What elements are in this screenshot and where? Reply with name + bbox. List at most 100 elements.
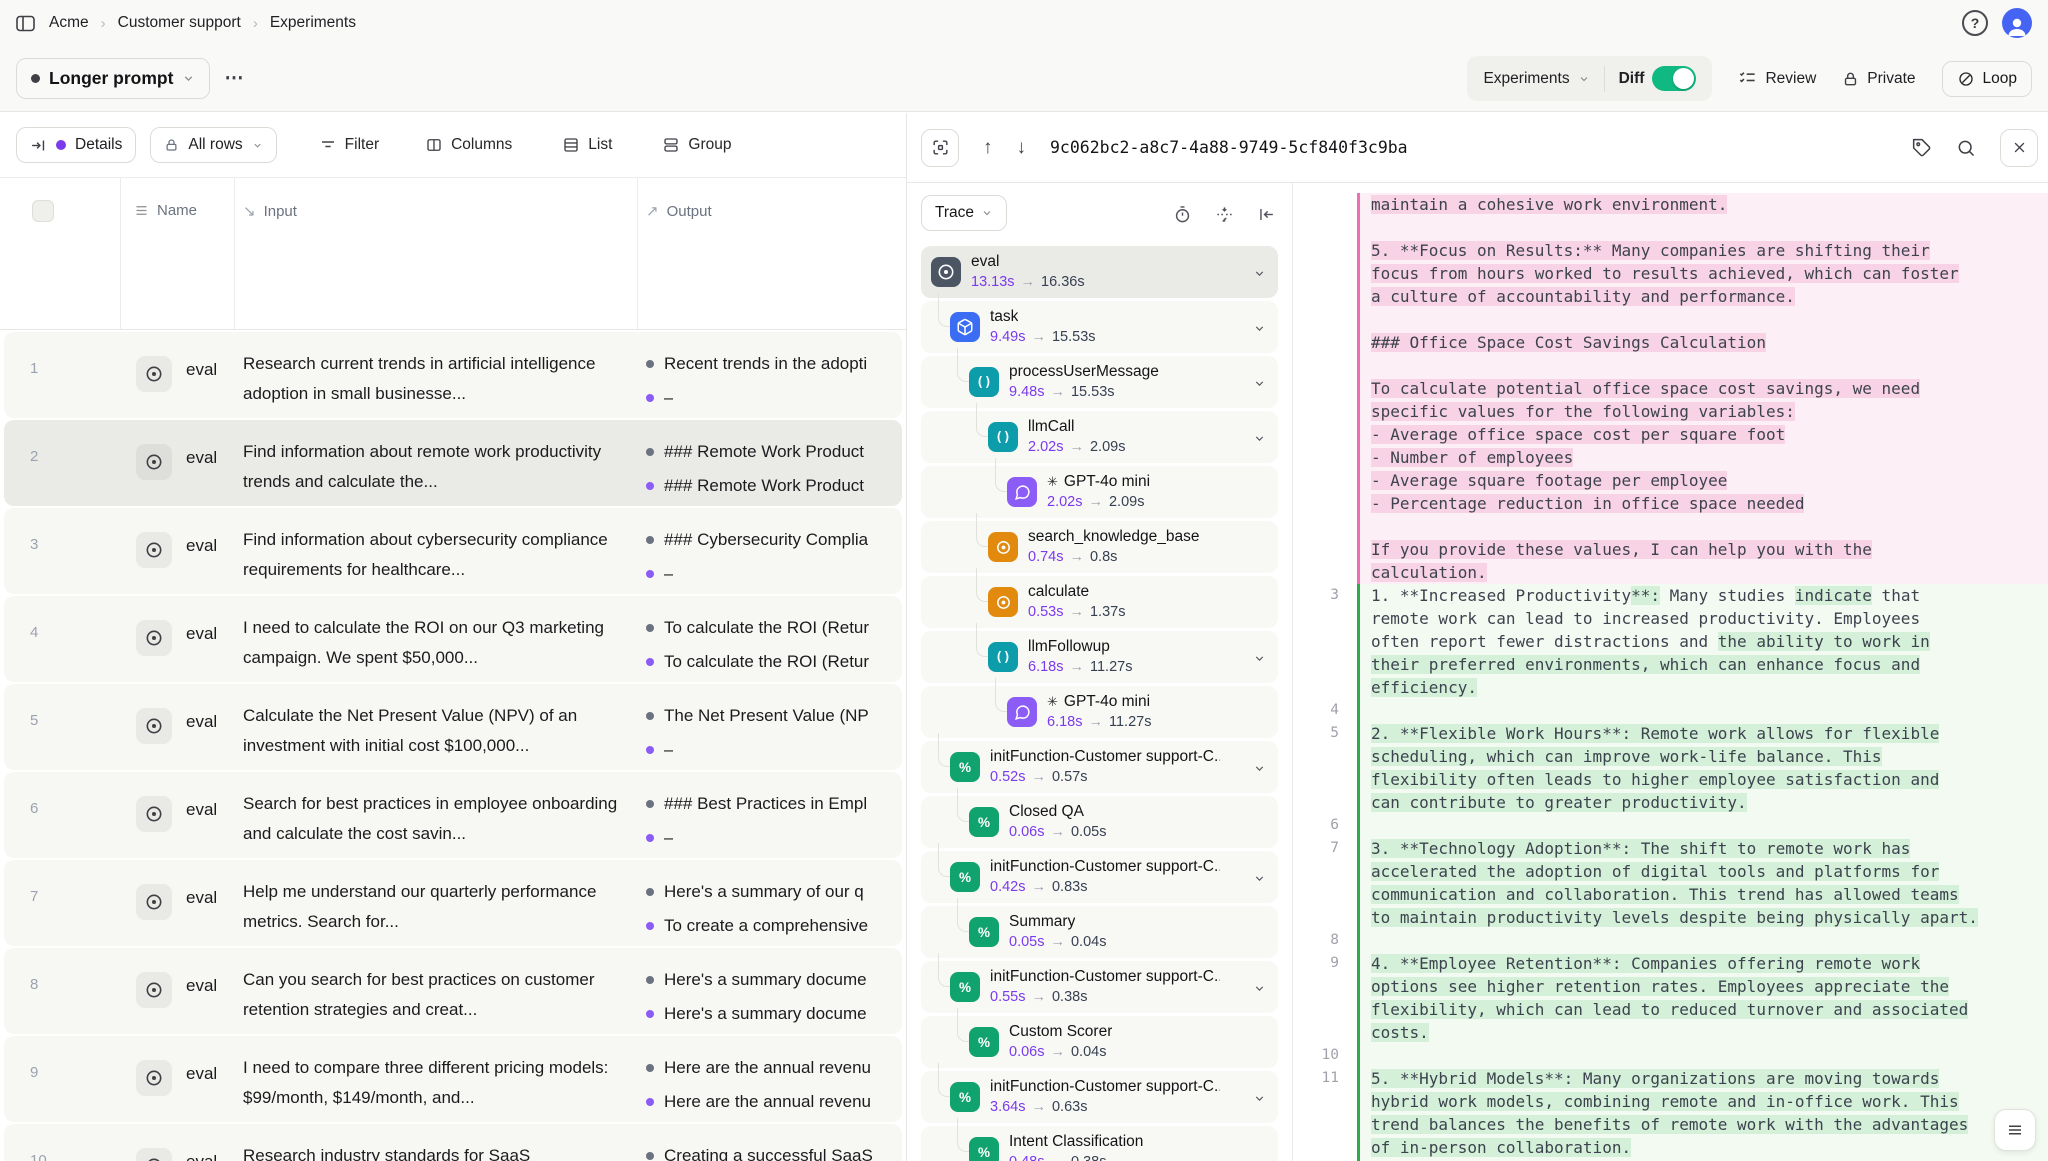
table-row[interactable]: 6evalSearch for best practices in employ…	[4, 772, 902, 858]
trace-view-dropdown[interactable]: Trace	[921, 195, 1007, 231]
table-row[interactable]: 3evalFind information about cybersecurit…	[4, 508, 902, 594]
timer-icon[interactable]	[1173, 205, 1192, 224]
span-row[interactable]: eval13.13s→16.36s	[921, 246, 1278, 298]
chevron-down-icon[interactable]	[1253, 872, 1266, 885]
view-mode-label: Experiments	[1483, 70, 1569, 88]
chevron-down-icon[interactable]	[1253, 1092, 1266, 1105]
span-row[interactable]: %Custom Scorer0.06s→0.04s	[921, 1016, 1278, 1068]
columns-button[interactable]: Columns	[425, 136, 512, 154]
chevron-down-icon[interactable]	[1253, 432, 1266, 445]
review-button[interactable]: Review	[1738, 69, 1816, 88]
output-item: Creating a successful SaaS	[646, 1141, 902, 1161]
span-row[interactable]: ()processUserMessage9.48s→15.53s	[921, 356, 1278, 408]
span-row[interactable]: %Closed QA0.06s→0.05s	[921, 796, 1278, 848]
output-item: The Net Present Value (NP	[646, 701, 902, 731]
column-header-output[interactable]: ↗ Output	[646, 202, 712, 220]
avatar[interactable]	[2002, 8, 2032, 38]
diff-toggle[interactable]	[1652, 66, 1696, 91]
search-icon[interactable]	[1956, 138, 1976, 158]
chevron-down-icon[interactable]	[1253, 267, 1266, 280]
collapse-left-icon[interactable]	[1257, 205, 1276, 224]
filter-icon	[319, 136, 337, 154]
breadcrumb-org[interactable]: Acme	[49, 14, 89, 32]
row-output: Creating a successful SaaS	[646, 1141, 902, 1161]
table-row[interactable]: 7evalHelp me understand our quarterly pe…	[4, 860, 902, 946]
table-row[interactable]: 8evalCan you search for best practices o…	[4, 948, 902, 1034]
output-dot-icon	[646, 360, 654, 368]
table-row[interactable]: 5evalCalculate the Net Present Value (NP…	[4, 684, 902, 770]
span-tree-pane: Trace eval13.13s→16.3	[907, 183, 1293, 1161]
output-item: ### Remote Work Product	[646, 471, 902, 501]
trace-header: ↑ ↓ 9c062bc2-a8c7-4a88-9749-5cf840f3c9ba	[907, 113, 2048, 183]
chevron-down-icon[interactable]	[1253, 377, 1266, 390]
align-center-icon[interactable]	[1215, 205, 1234, 224]
sidebar-toggle-icon[interactable]	[16, 15, 35, 32]
row-name: eval	[186, 888, 217, 908]
diff-removed-line: - Percentage reduction in office space n…	[1371, 492, 2048, 515]
column-header-name[interactable]: Name	[134, 202, 197, 219]
span-row[interactable]: ✳GPT-4o mini2.02s→2.09s	[921, 466, 1278, 518]
span-row[interactable]: %Summary0.05s→0.04s	[921, 906, 1278, 958]
table-row[interactable]: 10evalResearch industry standards for Sa…	[4, 1124, 902, 1161]
breadcrumb-project[interactable]: Customer support	[118, 14, 241, 32]
chevron-down-icon[interactable]	[1253, 652, 1266, 665]
tree-connector	[938, 953, 950, 987]
diff-added-line: remote work can lead to increased produc…	[1371, 607, 2048, 630]
chevron-down-icon[interactable]	[1253, 762, 1266, 775]
row-number: 4	[30, 624, 38, 641]
view-mode-dropdown[interactable]: Experiments	[1473, 65, 1599, 93]
rows-filter-dropdown[interactable]: All rows	[150, 127, 276, 163]
span-row[interactable]: calculate0.53s→1.37s	[921, 576, 1278, 628]
tree-tools	[1173, 205, 1276, 224]
diff-added-line	[1371, 814, 2048, 837]
span-row[interactable]: ✳GPT-4o mini6.18s→11.27s	[921, 686, 1278, 738]
next-row-button[interactable]: ↓	[1017, 137, 1027, 159]
output-item: Here's a summary docume	[646, 999, 902, 1029]
help-icon[interactable]: ?	[1962, 10, 1988, 36]
group-button[interactable]: Group	[662, 136, 731, 154]
chevron-down-icon[interactable]	[1253, 982, 1266, 995]
trace-detail-pane: ↑ ↓ 9c062bc2-a8c7-4a88-9749-5cf840f3c9ba	[906, 113, 2048, 1161]
diff-menu-button[interactable]	[1994, 1109, 2036, 1151]
percent-icon: %	[950, 1082, 980, 1112]
diff-added-line: their preferred environments, which can …	[1371, 653, 2048, 676]
column-header-input[interactable]: ↘ Input	[243, 202, 297, 220]
loop-button[interactable]: Loop	[1942, 61, 2032, 97]
private-button[interactable]: Private	[1842, 70, 1915, 88]
diff-added-block: 94. **Employee Retention**: Companies of…	[1293, 952, 2048, 1044]
prev-row-button[interactable]: ↑	[983, 137, 993, 159]
output-item: –	[646, 559, 902, 589]
list-button[interactable]: List	[562, 136, 612, 154]
table-row[interactable]: 1evalResearch current trends in artifici…	[4, 332, 902, 418]
span-row[interactable]: ()llmCall2.02s→2.09s	[921, 411, 1278, 463]
span-row[interactable]: %initFunction-Customer support-C...0.52s…	[921, 741, 1278, 793]
span-name: initFunction-Customer support-C...	[990, 968, 1220, 986]
eval-icon	[136, 356, 172, 392]
span-row[interactable]: %initFunction-Customer support-C...3.64s…	[921, 1071, 1278, 1123]
output-item: To create a comprehensive	[646, 911, 902, 941]
table-row[interactable]: 9evalI need to compare three different p…	[4, 1036, 902, 1122]
table-row[interactable]: 4evalI need to calculate the ROI on our …	[4, 596, 902, 682]
span-row[interactable]: %Intent Classification0.48s→0.38s	[921, 1126, 1278, 1161]
span-row[interactable]: %initFunction-Customer support-C...0.42s…	[921, 851, 1278, 903]
filter-button[interactable]: Filter	[319, 136, 379, 154]
span-row[interactable]: ()llmFollowup6.18s→11.27s	[921, 631, 1278, 683]
span-row[interactable]: search_knowledge_base0.74s→0.8s	[921, 521, 1278, 573]
breadcrumb-section[interactable]: Experiments	[270, 14, 356, 32]
select-all-checkbox[interactable]	[32, 200, 54, 222]
output-dot-icon	[646, 1064, 654, 1072]
tree-connector	[976, 623, 988, 657]
more-menu-button[interactable]: ⋯	[224, 67, 244, 90]
output-dot-icon	[646, 834, 654, 842]
span-row[interactable]: task9.49s→15.53s	[921, 301, 1278, 353]
experiment-selector[interactable]: Longer prompt	[16, 58, 210, 99]
span-row[interactable]: %initFunction-Customer support-C...0.55s…	[921, 961, 1278, 1013]
details-button[interactable]: Details	[16, 127, 136, 163]
close-panel-button[interactable]	[2000, 129, 2038, 167]
experiment-dot-icon	[31, 74, 40, 83]
expand-trace-button[interactable]	[921, 129, 959, 167]
chevron-down-icon[interactable]	[1253, 322, 1266, 335]
output-item: –	[646, 735, 902, 765]
table-row[interactable]: 2evalFind information about remote work …	[4, 420, 902, 506]
tag-icon[interactable]	[1912, 138, 1932, 158]
